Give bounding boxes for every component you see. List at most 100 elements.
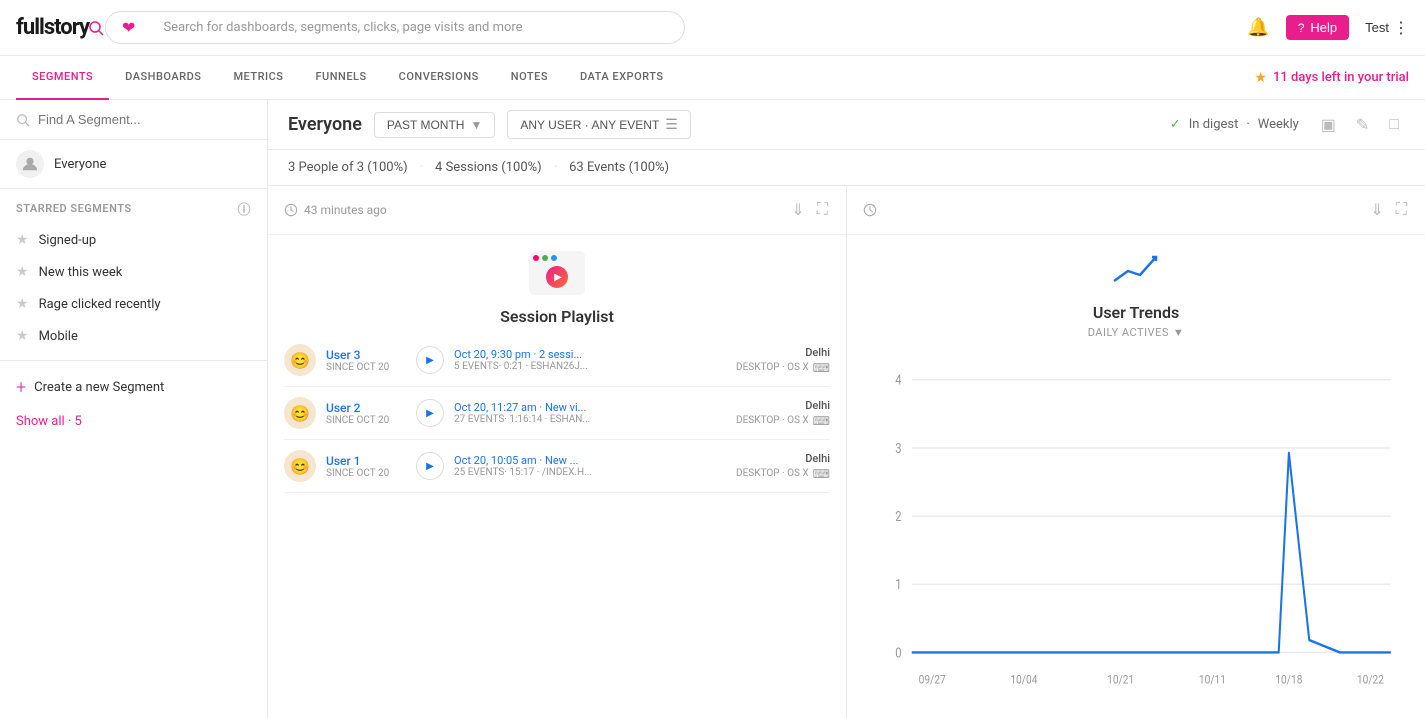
device-info: DESKTOP · OS X ⌨ <box>736 467 830 481</box>
sidebar-item-mobile[interactable]: ★ Mobile <box>0 320 267 352</box>
test-button[interactable]: Test ⋮ <box>1365 18 1409 38</box>
time-filter-button[interactable]: PAST MONTH ▼ <box>374 112 495 138</box>
divider <box>0 360 267 361</box>
session-panel-header: 43 minutes ago ⇓ ⛶ <box>268 186 846 235</box>
session-time[interactable]: Oct 20, 9:30 pm · 2 sessi... <box>454 348 726 361</box>
tab-data-exports[interactable]: DATA EXPORTS <box>564 56 680 100</box>
panels: 43 minutes ago ⇓ ⛶ <box>268 186 1425 718</box>
everyone-item[interactable]: Everyone <box>0 140 267 189</box>
search-placeholder: Search for dashboards, segments, clicks,… <box>143 20 522 35</box>
session-time[interactable]: Oct 20, 11:27 am · New vi... <box>454 401 726 414</box>
trends-label: User Trends <box>1093 303 1179 322</box>
user-name[interactable]: User 2 <box>326 401 406 415</box>
trial-text: 11 days left in your trial <box>1273 70 1409 85</box>
sidebar-item-signed-up[interactable]: ★ Signed-up <box>0 224 267 256</box>
svg-text:10/21: 10/21 <box>1107 671 1134 686</box>
search-bar[interactable]: ❤ Search for dashboards, segments, click… <box>105 11 685 44</box>
trends-subtitle[interactable]: DAILY ACTIVES ▼ <box>1088 326 1185 339</box>
playlist-label: Session Playlist <box>500 307 614 326</box>
segment-search-input[interactable] <box>38 112 251 127</box>
show-all-text: Show all · 5 <box>16 414 82 429</box>
svg-text:3: 3 <box>895 441 901 457</box>
user-name[interactable]: User 3 <box>326 348 406 362</box>
edit-digest-button[interactable]: ✎ <box>1350 113 1375 137</box>
top-bar: fullstory ❤ Search for dashboards, segme… <box>0 0 1425 56</box>
colored-dots <box>533 255 557 261</box>
stats-sep-1: · <box>420 160 423 175</box>
delete-digest-button[interactable]: □ <box>1383 113 1405 137</box>
download-trends-button[interactable]: ⇓ <box>1368 198 1385 222</box>
digest-actions: ▣ ✎ □ <box>1315 113 1405 137</box>
tab-dashboards[interactable]: DASHBOARDS <box>109 56 217 100</box>
session-detail: Oct 20, 9:30 pm · 2 sessi... 5 EVENTS· 0… <box>454 348 726 372</box>
svg-text:10/04: 10/04 <box>1010 671 1038 686</box>
trial-star-icon: ★ <box>1254 70 1267 86</box>
copy-digest-button[interactable]: ▣ <box>1315 113 1342 137</box>
segment-label-mobile: Mobile <box>39 329 78 344</box>
top-right: 🔔 ? Help Test ⋮ <box>1247 15 1409 40</box>
tab-funnels[interactable]: FUNNELS <box>299 56 382 100</box>
info-icon[interactable]: ⓘ <box>237 199 251 218</box>
session-time[interactable]: Oct 20, 10:05 am · New ... <box>454 454 726 467</box>
session-location: Delhi DESKTOP · OS X ⌨ <box>736 452 830 481</box>
user-name[interactable]: User 1 <box>326 454 406 468</box>
segment-label-rage-clicked: Rage clicked recently <box>39 297 161 312</box>
svg-text:4: 4 <box>895 373 901 389</box>
svg-text:2: 2 <box>895 509 901 525</box>
trends-panel-header: ⇓ ⛶ <box>847 186 1425 235</box>
location-name: Delhi <box>736 452 830 465</box>
playlist-icon: ▶ <box>529 251 585 299</box>
event-filter-label: ANY USER · ANY EVENT <box>520 118 659 132</box>
sidebar-item-rage-clicked[interactable]: ★ Rage clicked recently <box>0 288 267 320</box>
tab-conversions[interactable]: CONVERSIONS <box>383 56 495 100</box>
sidebar-search[interactable] <box>0 100 267 140</box>
tab-segments[interactable]: SEGMENTS <box>16 56 109 100</box>
check-icon: ✓ <box>1170 117 1181 132</box>
svg-text:10/22: 10/22 <box>1357 671 1384 686</box>
expand-session-button[interactable]: ⛶ <box>815 198 830 222</box>
help-icon: ? <box>1298 21 1305 35</box>
trends-title-area: User Trends DAILY ACTIVES ▼ <box>847 235 1425 347</box>
user-info: User 2 SINCE OCT 20 <box>326 401 406 426</box>
session-meta: 25 EVENTS· 15:17 · /INDEX.H... <box>454 467 726 478</box>
sidebar: Everyone STARRED SEGMENTS ⓘ ★ Signed-up … <box>0 100 268 718</box>
user-since: SINCE OCT 20 <box>326 362 406 373</box>
monitor-icon: ⌨ <box>813 467 830 481</box>
everyone-avatar <box>16 150 44 178</box>
session-meta: 27 EVENTS· 1:16:14 · ESHAN... <box>454 414 726 425</box>
play-button[interactable]: ▶ <box>416 399 444 427</box>
main-layout: Everyone STARRED SEGMENTS ⓘ ★ Signed-up … <box>0 100 1425 718</box>
monitor-icon: ⌨ <box>813 361 830 375</box>
trends-panel-time <box>863 203 1368 217</box>
sidebar-item-new-this-week[interactable]: ★ New this week <box>0 256 267 288</box>
session-location: Delhi DESKTOP · OS X ⌨ <box>736 399 830 428</box>
show-all-link[interactable]: Show all · 5 <box>0 406 267 437</box>
clock-icon <box>284 203 298 217</box>
play-triangle: ▶ <box>554 272 562 283</box>
stats-sep-2: · <box>554 160 557 175</box>
notifications-icon[interactable]: 🔔 <box>1247 17 1269 38</box>
nav-tabs: SEGMENTS DASHBOARDS METRICS FUNNELS CONV… <box>0 56 1425 100</box>
trend-up-icon <box>1112 251 1160 295</box>
help-button[interactable]: ? Help <box>1286 15 1349 40</box>
device-text: DESKTOP · OS X <box>736 415 809 426</box>
event-filter-button[interactable]: ANY USER · ANY EVENT ☰ <box>507 110 691 139</box>
user-info: User 3 SINCE OCT 20 <box>326 348 406 373</box>
play-button[interactable]: ▶ <box>416 346 444 374</box>
events-stat: 63 Events (100%) <box>569 160 669 175</box>
table-row: 😊 User 3 SINCE OCT 20 ▶ Oct 20, 9:30 pm … <box>284 334 830 387</box>
people-stat: 3 People of 3 (100%) <box>288 160 408 175</box>
play-button[interactable]: ▶ <box>416 452 444 480</box>
device-text: DESKTOP · OS X <box>736 362 809 373</box>
plus-icon: + <box>16 377 26 398</box>
segment-title: Everyone <box>288 114 362 135</box>
download-session-button[interactable]: ⇓ <box>789 198 806 222</box>
expand-trends-button[interactable]: ⛶ <box>1394 198 1409 222</box>
create-segment-button[interactable]: + Create a new Segment <box>0 369 267 406</box>
tab-metrics[interactable]: METRICS <box>217 56 299 100</box>
table-row: 😊 User 1 SINCE OCT 20 ▶ Oct 20, 10:05 am… <box>284 440 830 493</box>
trends-subtitle-text: DAILY ACTIVES <box>1088 326 1169 339</box>
more-icon: ⋮ <box>1393 18 1409 38</box>
svg-text:09/27: 09/27 <box>919 671 946 686</box>
tab-notes[interactable]: NOTES <box>495 56 564 100</box>
